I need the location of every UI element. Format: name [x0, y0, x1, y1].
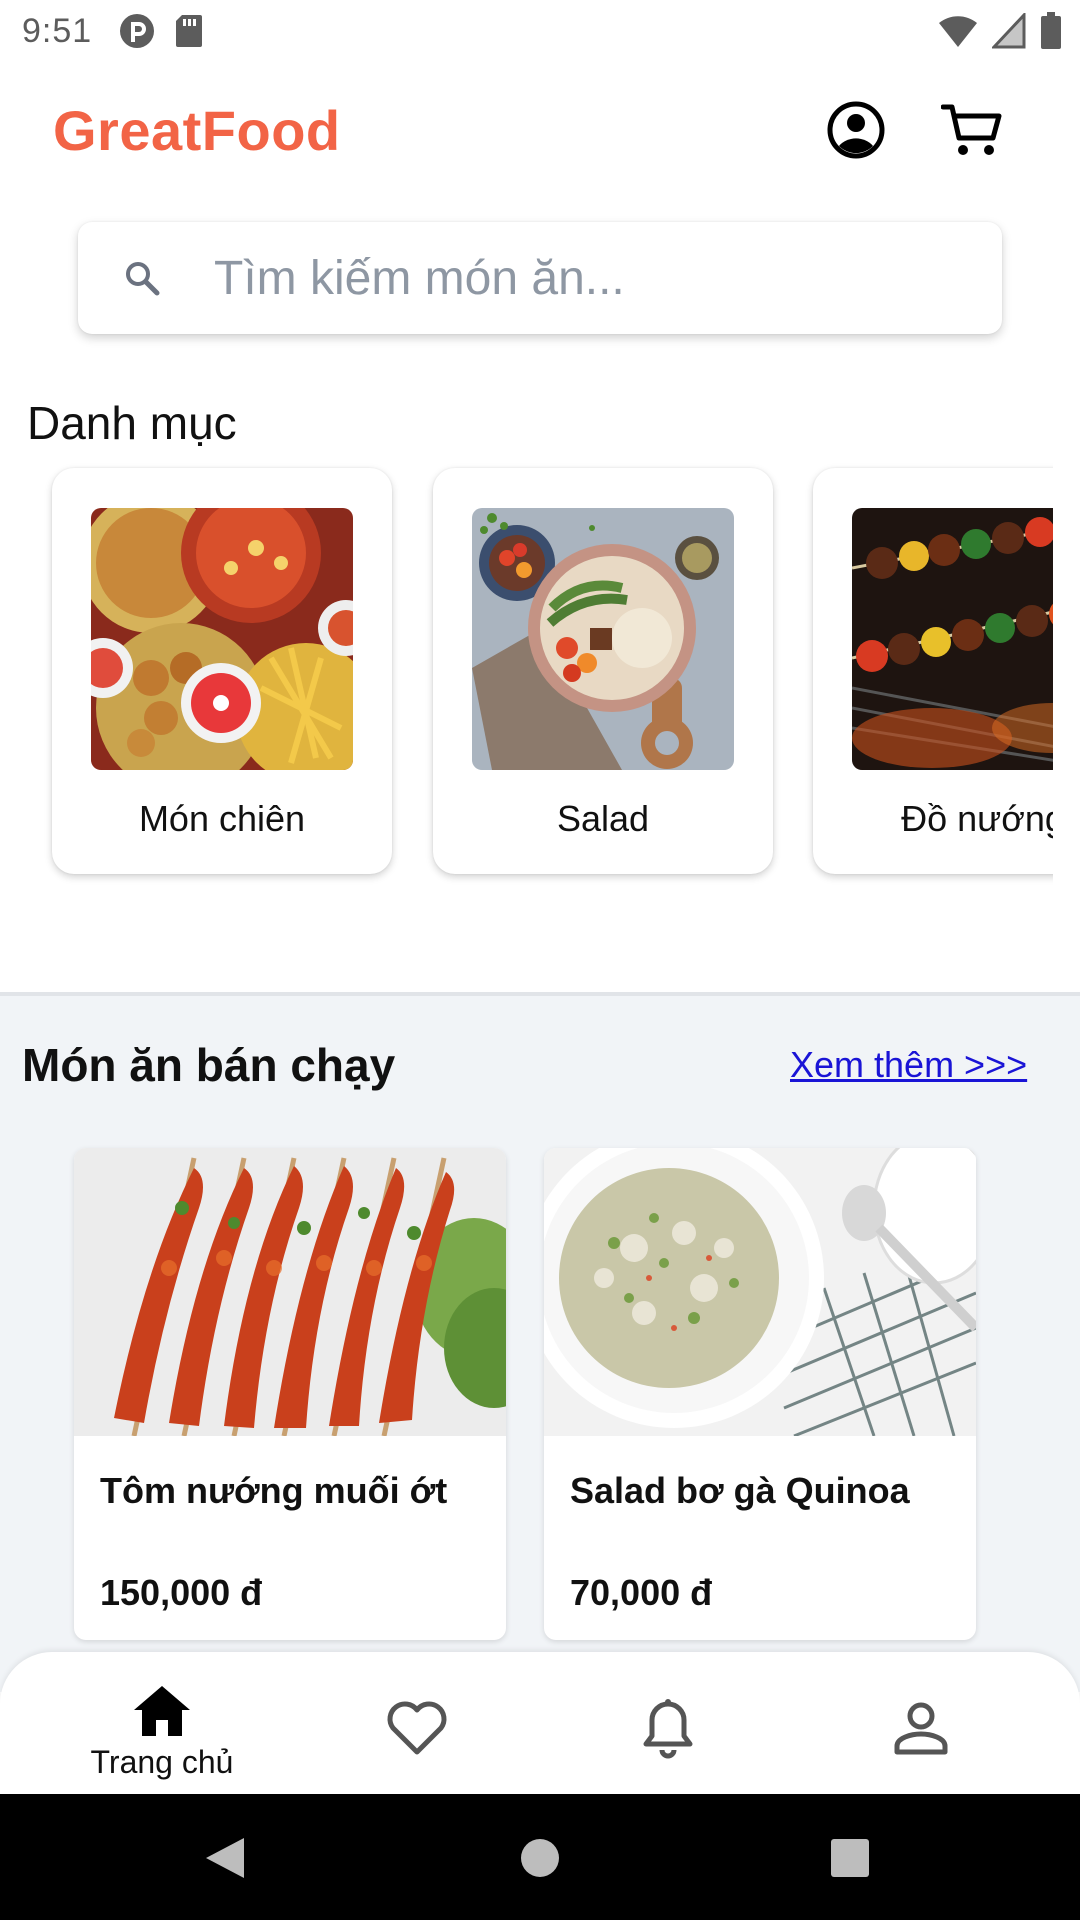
- category-card-bbq[interactable]: Đồ nướng: [813, 468, 1053, 874]
- wifi-icon: [939, 16, 977, 47]
- nav-label: Trang chủ: [90, 1744, 234, 1780]
- data-saver-icon: [120, 14, 155, 48]
- categories-title: Danh mục: [27, 397, 237, 449]
- app-screen: 9:51 GreatFood Tìm kiếm món ăn... Danh m…: [0, 0, 1080, 1920]
- product-price: 150,000 đ: [100, 1572, 263, 1613]
- category-card-fried[interactable]: Món chiên: [52, 468, 392, 874]
- heart-icon: [387, 1701, 447, 1755]
- categories-list[interactable]: Món chiên Salad Đồ nướng: [0, 458, 1053, 898]
- best-sellers-section: Món ăn bán chạy Xem thêm >>> Tôm nướng m…: [0, 992, 1080, 1692]
- status-bar: 9:51: [0, 0, 1080, 62]
- status-left-icons: [118, 12, 204, 50]
- app-header: GreatFood: [0, 62, 1080, 192]
- product-name: Tôm nướng muối ớt: [100, 1470, 448, 1511]
- app-title: GreatFood: [53, 99, 341, 162]
- nav-item-home[interactable]: Trang chủ: [62, 1652, 262, 1794]
- recents-icon[interactable]: [826, 1834, 874, 1882]
- category-label: Salad: [556, 798, 650, 839]
- system-navigation-bar: [0, 1794, 1080, 1920]
- status-time: 9:51: [22, 11, 93, 50]
- bbq-skewers-photo: [852, 508, 1053, 770]
- bottom-navigation: Trang chủ: [0, 1652, 1080, 1794]
- battery-icon: [1041, 12, 1061, 49]
- search-icon: [126, 262, 160, 296]
- cart-icon: [941, 104, 1002, 155]
- quinoa-salad-photo: [544, 1148, 976, 1436]
- category-card-salad[interactable]: Salad: [433, 468, 773, 874]
- home-icon: [134, 1686, 190, 1736]
- product-name: Salad bơ gà Quinoa: [570, 1470, 910, 1511]
- back-icon[interactable]: [200, 1834, 248, 1882]
- person-icon: [894, 1702, 948, 1755]
- home-circle-icon[interactable]: [516, 1834, 564, 1882]
- category-label: Đồ nướng: [901, 798, 1053, 839]
- search-bar[interactable]: [78, 222, 1002, 334]
- product-card[interactable]: Salad bơ gà Quinoa 70,000 đ: [544, 1148, 976, 1640]
- product-price: 70,000 đ: [570, 1572, 713, 1613]
- signal-icon: [992, 13, 1026, 49]
- nav-item-profile[interactable]: [821, 1652, 1021, 1794]
- bell-icon: [643, 1699, 693, 1759]
- nav-item-notifications[interactable]: [568, 1652, 768, 1794]
- grilled-shrimp-photo: [74, 1148, 506, 1436]
- search-input[interactable]: [214, 244, 974, 312]
- nav-item-favorites[interactable]: [317, 1652, 517, 1794]
- account-button[interactable]: [818, 92, 894, 168]
- cart-button[interactable]: [934, 92, 1010, 168]
- salad-photo: [472, 508, 734, 770]
- status-right-icons: [938, 12, 1062, 50]
- see-more-link[interactable]: Xem thêm >>>: [790, 1044, 1027, 1086]
- best-sellers-title: Món ăn bán chạy: [22, 1039, 396, 1091]
- category-label: Món chiên: [138, 798, 306, 839]
- account-icon: [827, 101, 885, 159]
- sd-card-icon: [176, 15, 203, 47]
- fried-food-photo: [91, 508, 353, 770]
- product-card[interactable]: Tôm nướng muối ớt 150,000 đ: [74, 1148, 506, 1640]
